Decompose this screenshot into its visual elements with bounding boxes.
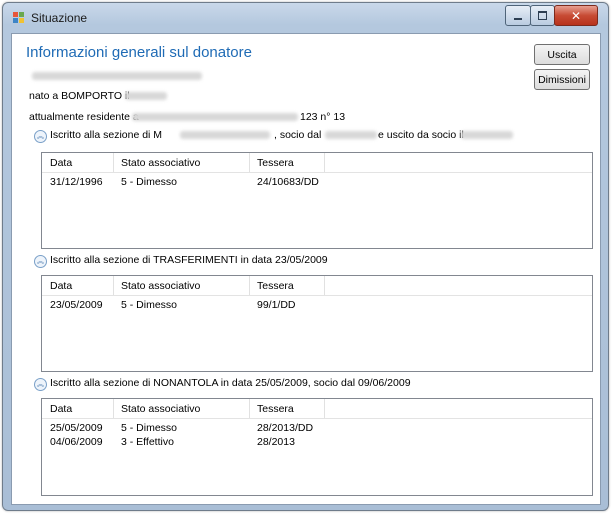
table-row[interactable]: 31/12/1996 5 - Dimesso 24/10683/DD — [42, 176, 592, 190]
col-stato[interactable]: Stato associativo — [121, 157, 200, 169]
section-1-grid[interactable]: Data Stato associativo Tessera 31/12/199… — [41, 152, 593, 249]
section-3-grid[interactable]: Data Stato associativo Tessera 25/05/200… — [41, 398, 593, 496]
cell-stato: 5 - Dimesso — [121, 176, 178, 188]
client-area: Informazioni generali sul donatore nato … — [11, 33, 601, 505]
cell-tessera: 28/2013/DD — [257, 422, 314, 434]
title-bar[interactable]: Situazione ✕ — [3, 3, 608, 31]
section-1-caption-a: Iscritto alla sezione di M — [50, 129, 163, 141]
col-data[interactable]: Data — [50, 157, 72, 169]
chevron-up-icon: ︽ — [37, 381, 44, 388]
section-1-end-redacted — [461, 131, 513, 139]
cell-stato: 5 - Dimesso — [121, 299, 178, 311]
cell-data: 04/06/2009 — [50, 436, 103, 448]
residence-address-redacted — [132, 113, 298, 121]
col-tessera[interactable]: Tessera — [257, 157, 294, 169]
col-tessera[interactable]: Tessera — [257, 280, 294, 292]
section-1-name-redacted — [180, 131, 270, 139]
section-3-caption: Iscritto alla sezione di NONANTOLA in da… — [50, 377, 411, 389]
app-icon — [13, 12, 25, 24]
donor-name-redacted — [32, 72, 202, 80]
grid-header: Data Stato associativo Tessera — [42, 153, 592, 173]
cell-tessera: 24/10683/DD — [257, 176, 319, 188]
page-title: Informazioni generali sul donatore — [26, 44, 252, 61]
window-title: Situazione — [31, 11, 88, 25]
residence-number: 123 n° 13 — [300, 111, 346, 123]
grid-header: Data Stato associativo Tessera — [42, 399, 592, 419]
chevron-up-icon: ︽ — [37, 133, 44, 140]
cell-tessera: 28/2013 — [257, 436, 295, 448]
cell-data: 23/05/2009 — [50, 299, 103, 311]
cell-data: 31/12/1996 — [50, 176, 103, 188]
section-2-caption: Iscritto alla sezione di TRASFERIMENTI i… — [50, 254, 328, 266]
section-1-start-redacted — [325, 131, 377, 139]
situazione-window: Situazione ✕ Informazioni generali sul d… — [2, 2, 609, 511]
minimize-button[interactable] — [505, 5, 531, 26]
col-stato[interactable]: Stato associativo — [121, 403, 200, 415]
col-stato[interactable]: Stato associativo — [121, 280, 200, 292]
cell-tessera: 99/1/DD — [257, 299, 296, 311]
chevron-up-icon: ︽ — [37, 258, 44, 265]
section-3-collapse-button[interactable]: ︽ — [34, 378, 47, 391]
table-row[interactable]: 04/06/2009 3 - Effettivo 28/2013 — [42, 436, 592, 450]
birth-date-redacted — [125, 92, 167, 100]
col-tessera[interactable]: Tessera — [257, 403, 294, 415]
close-icon: ✕ — [570, 8, 582, 23]
table-row[interactable]: 25/05/2009 5 - Dimesso 28/2013/DD — [42, 422, 592, 436]
col-data[interactable]: Data — [50, 403, 72, 415]
cell-stato: 5 - Dimesso — [121, 422, 178, 434]
dimissioni-button[interactable]: Dimissioni — [534, 69, 590, 90]
table-row[interactable]: 23/05/2009 5 - Dimesso 99/1/DD — [42, 299, 592, 313]
section-2-grid[interactable]: Data Stato associativo Tessera 23/05/200… — [41, 275, 593, 372]
cell-stato: 3 - Effettivo — [121, 436, 174, 448]
residence-label: attualmente residente a — [29, 111, 139, 123]
uscita-button[interactable]: Uscita — [534, 44, 590, 65]
minimize-icon — [514, 17, 522, 20]
section-1-caption-c: e uscito da socio il — [378, 129, 464, 141]
birth-label: nato a BOMPORTO il — [29, 90, 130, 102]
section-1-caption-b: , socio dal — [274, 129, 322, 141]
col-data[interactable]: Data — [50, 280, 72, 292]
close-button[interactable]: ✕ — [554, 5, 598, 26]
section-1-collapse-button[interactable]: ︽ — [34, 130, 47, 143]
section-2-collapse-button[interactable]: ︽ — [34, 255, 47, 268]
grid-header: Data Stato associativo Tessera — [42, 276, 592, 296]
cell-data: 25/05/2009 — [50, 422, 103, 434]
maximize-button[interactable] — [530, 5, 555, 26]
maximize-icon — [538, 11, 547, 20]
